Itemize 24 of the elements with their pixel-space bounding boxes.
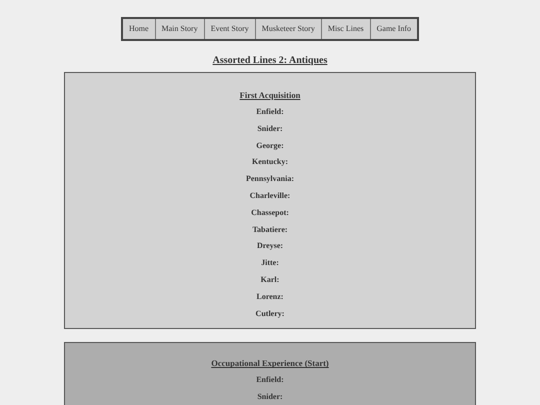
character-label: Kentucky: (251, 156, 289, 168)
character-label: Cutlery: (254, 308, 286, 320)
character-label: Enfield: (255, 374, 285, 386)
character-label: Snider: (256, 122, 284, 135)
character-label: Charleville: (248, 190, 292, 202)
character-label: Snider: (256, 391, 284, 404)
character-label: Enfield: (255, 106, 285, 118)
character-label: George: (255, 140, 285, 152)
nav-link[interactable]: Home (122, 19, 154, 39)
nav-link[interactable]: Misc Lines (320, 19, 370, 39)
character-label: Karl: (260, 274, 280, 286)
section-heading: First Acquisition (240, 90, 300, 100)
character-label: Pennsylvania: (244, 173, 295, 186)
section-heading: Occupational Experience (Start) (211, 358, 329, 368)
character-label: Tabatiere: (251, 224, 289, 236)
character-label: Dreyse: (256, 240, 284, 252)
nav-link[interactable]: Musketeer Story (254, 19, 321, 39)
page-title: Assorted Lines 2: Antiques (212, 55, 328, 66)
character-label: Lorenz: (256, 290, 284, 303)
character-label: Jitte: (260, 257, 280, 270)
nav-link[interactable]: Main Story (154, 19, 204, 39)
nav-link[interactable]: Game Info (370, 19, 418, 39)
character-label: Chassepot: (250, 206, 290, 219)
nav-link[interactable]: Event Story (204, 19, 255, 39)
